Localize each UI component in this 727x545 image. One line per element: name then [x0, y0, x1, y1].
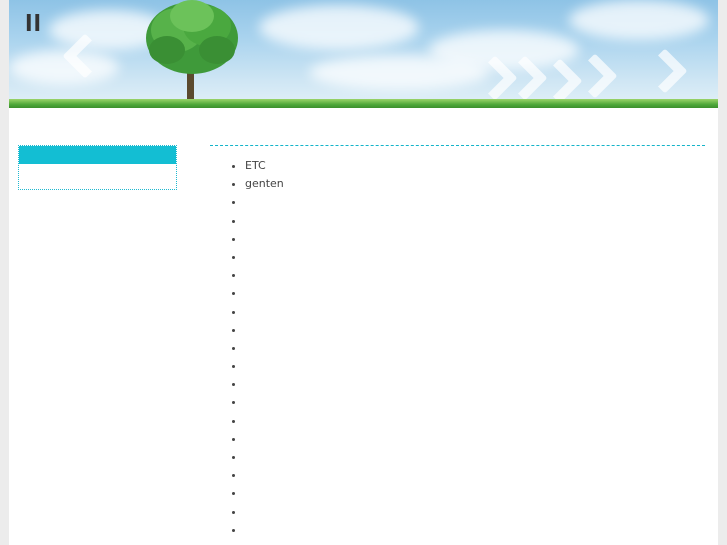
list-item	[245, 321, 284, 339]
cloud-decoration	[309, 55, 489, 90]
page: ll ETCgenten	[9, 0, 718, 545]
header-banner: ll	[9, 0, 718, 108]
list-item	[245, 521, 284, 539]
sidebar-box	[18, 145, 177, 190]
list-item	[245, 303, 284, 321]
list-item	[245, 193, 284, 211]
chevron-decoration-icon	[642, 48, 688, 94]
list-item	[245, 284, 284, 302]
list-item	[245, 466, 284, 484]
list-item	[245, 430, 284, 448]
list-item[interactable]: ETC	[245, 157, 284, 175]
list-item	[245, 448, 284, 466]
list-item	[245, 375, 284, 393]
chevron-decoration-icon	[572, 53, 618, 99]
list-item	[245, 230, 284, 248]
content-list: ETCgenten	[211, 157, 284, 539]
content-divider	[210, 145, 705, 146]
site-title[interactable]: ll	[25, 12, 42, 37]
list-item	[245, 266, 284, 284]
list-item	[245, 412, 284, 430]
list-item	[245, 357, 284, 375]
list-item	[245, 339, 284, 357]
grass-strip	[9, 99, 718, 108]
list-item	[245, 248, 284, 266]
list-item	[245, 484, 284, 502]
tree-icon	[146, 0, 238, 100]
cloud-decoration	[569, 0, 709, 40]
list-item	[245, 393, 284, 411]
sidebar-box-heading	[19, 146, 176, 164]
list-item[interactable]: genten	[245, 175, 284, 193]
cloud-decoration	[259, 5, 419, 50]
list-item	[245, 212, 284, 230]
list-item	[245, 503, 284, 521]
